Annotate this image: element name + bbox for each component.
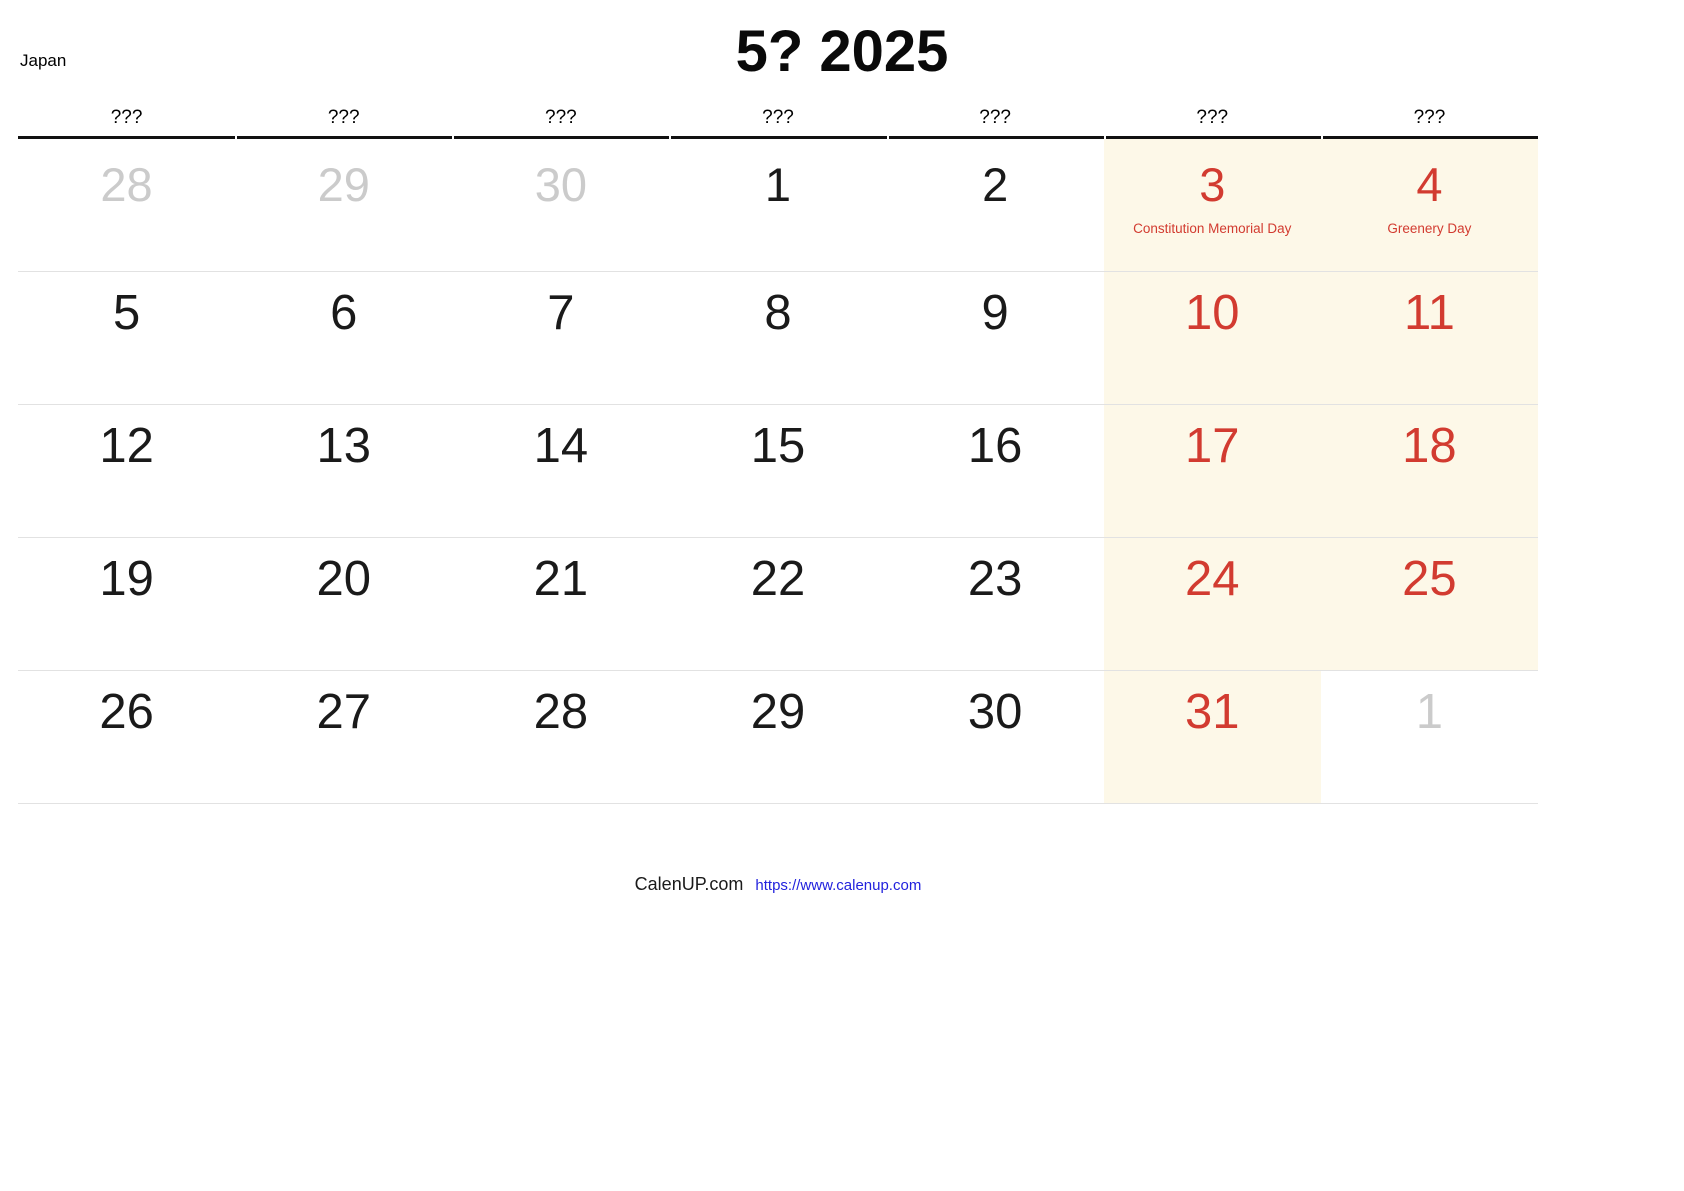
day-number: 27 bbox=[316, 684, 371, 739]
day-cell[interactable]: 30 bbox=[887, 671, 1104, 803]
footer: CalenUP.com https://www.calenup.com bbox=[18, 874, 1538, 895]
day-cell[interactable]: 6 bbox=[235, 272, 452, 404]
day-number: 5 bbox=[112, 285, 141, 340]
day-cell[interactable]: 21 bbox=[452, 538, 669, 670]
day-number: 30 bbox=[534, 157, 587, 211]
weekday-header-row: ????????????????????? bbox=[18, 106, 1538, 139]
day-number: 30 bbox=[967, 684, 1023, 739]
day-cell[interactable]: 12 bbox=[18, 405, 235, 537]
day-number: 21 bbox=[533, 551, 589, 606]
day-number: 8 bbox=[764, 285, 792, 340]
day-number: 22 bbox=[750, 551, 806, 606]
day-number: 20 bbox=[316, 551, 371, 606]
day-cell[interactable]: 23 bbox=[887, 538, 1104, 670]
weekday-header-5: ??? bbox=[1103, 106, 1321, 139]
day-cell[interactable]: 27 bbox=[235, 671, 452, 803]
day-number: 19 bbox=[99, 551, 154, 606]
weekday-header-4: ??? bbox=[886, 106, 1104, 139]
day-cell[interactable]: 28 bbox=[18, 139, 235, 271]
day-number: 3 bbox=[1199, 157, 1226, 211]
weekday-header-2: ??? bbox=[452, 106, 669, 139]
day-cell[interactable]: 19 bbox=[18, 538, 235, 670]
day-cell[interactable]: 17 bbox=[1103, 404, 1321, 537]
day-number: 26 bbox=[99, 684, 154, 739]
day-number: 31 bbox=[1185, 684, 1240, 739]
day-cell[interactable]: 7 bbox=[452, 272, 669, 404]
day-cell[interactable]: 4 Greenery Day bbox=[1320, 138, 1538, 271]
day-cell[interactable]: 1 bbox=[669, 139, 886, 271]
day-number: 17 bbox=[1185, 418, 1240, 473]
day-cell[interactable]: 29 bbox=[235, 139, 452, 271]
day-number: 16 bbox=[967, 418, 1023, 473]
day-cell[interactable]: 30 bbox=[452, 139, 669, 271]
day-cell[interactable]: 3 Constitution Memorial Day bbox=[1103, 138, 1321, 271]
day-cell[interactable]: 20 bbox=[235, 538, 452, 670]
holiday-label: Constitution Memorial Day bbox=[1133, 220, 1292, 236]
week-row: 19 20 21 22 23 24 25 bbox=[18, 537, 1538, 671]
calendar-page: Japan 5? 2025 ????????????????????? 28 29… bbox=[0, 0, 1684, 1191]
day-cell[interactable]: 29 bbox=[669, 671, 886, 803]
day-number: 4 bbox=[1416, 157, 1443, 211]
day-cell[interactable]: 11 bbox=[1320, 271, 1538, 404]
day-number: 29 bbox=[317, 157, 370, 211]
day-cell[interactable]: 18 bbox=[1320, 404, 1538, 537]
day-cell[interactable]: 24 bbox=[1103, 537, 1321, 670]
day-cell[interactable]: 5 bbox=[18, 272, 235, 404]
day-cell[interactable]: 9 bbox=[887, 272, 1104, 404]
day-number: 2 bbox=[982, 157, 1009, 211]
day-cell[interactable]: 25 bbox=[1320, 537, 1538, 670]
day-cell[interactable]: 2 bbox=[887, 139, 1104, 271]
header-rule bbox=[18, 135, 1538, 139]
day-number: 28 bbox=[533, 684, 589, 739]
week-row: 28 29 30 1 2 3 Constitution Memorial Day 4 Green… bbox=[18, 138, 1538, 272]
day-number: 10 bbox=[1185, 285, 1240, 340]
calendar-grid: ????????????????????? 28 29 30 1 2 3 Constitut… bbox=[18, 106, 1538, 804]
holiday-label: Greenery Day bbox=[1387, 220, 1472, 236]
day-number: 13 bbox=[316, 418, 371, 473]
day-number: 9 bbox=[981, 285, 1009, 340]
day-cell[interactable]: 26 bbox=[18, 671, 235, 803]
day-cell[interactable]: 14 bbox=[452, 405, 669, 537]
day-number: 28 bbox=[100, 157, 153, 211]
day-number: 7 bbox=[547, 285, 575, 340]
day-cell[interactable]: 16 bbox=[887, 405, 1104, 537]
day-number: 25 bbox=[1402, 551, 1457, 606]
week-row: 12 13 14 15 16 17 18 bbox=[18, 404, 1538, 538]
day-cell[interactable]: 13 bbox=[235, 405, 452, 537]
day-cell[interactable]: 15 bbox=[669, 405, 886, 537]
weekday-header-3: ??? bbox=[669, 106, 886, 139]
day-cell[interactable]: 28 bbox=[452, 671, 669, 803]
day-number: 11 bbox=[1403, 285, 1455, 340]
week-row: 26 27 28 29 30 31 1 bbox=[18, 670, 1538, 804]
day-number: 15 bbox=[750, 418, 806, 473]
footer-url-link[interactable]: https://www.calenup.com bbox=[755, 877, 921, 894]
day-number: 23 bbox=[967, 551, 1023, 606]
day-cell[interactable]: 10 bbox=[1103, 271, 1321, 404]
day-cell[interactable]: 22 bbox=[669, 538, 886, 670]
day-number: 1 bbox=[1415, 684, 1444, 739]
day-cell[interactable]: 1 bbox=[1321, 671, 1538, 803]
day-number: 14 bbox=[533, 418, 589, 473]
weekday-header-6: ??? bbox=[1320, 106, 1538, 139]
day-number: 6 bbox=[330, 285, 358, 340]
day-number: 12 bbox=[99, 418, 154, 473]
weekday-header-1: ??? bbox=[235, 106, 452, 139]
day-cell[interactable]: 8 bbox=[669, 272, 886, 404]
week-row: 5 6 7 8 9 10 11 bbox=[18, 271, 1538, 405]
day-number: 24 bbox=[1185, 551, 1240, 606]
page-title: 5? 2025 bbox=[735, 19, 949, 84]
day-number: 29 bbox=[750, 684, 806, 739]
day-cell[interactable]: 31 bbox=[1103, 670, 1321, 803]
footer-brand: CalenUP.com bbox=[634, 874, 744, 894]
day-number: 1 bbox=[764, 157, 792, 211]
weekday-header-0: ??? bbox=[110, 107, 143, 128]
calendar-weeks: 28 29 30 1 2 3 Constitution Memorial Day 4 Green… bbox=[18, 138, 1538, 804]
day-number: 18 bbox=[1402, 418, 1457, 473]
